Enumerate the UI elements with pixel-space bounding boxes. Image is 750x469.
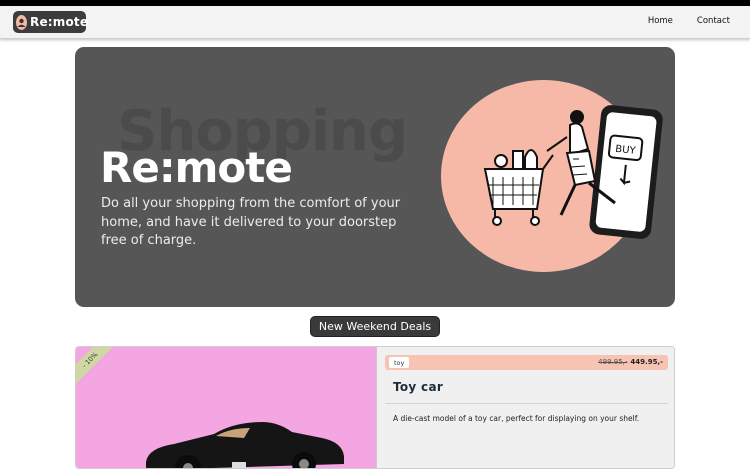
new-price: 449.95,- (630, 358, 663, 366)
shopping-illustration-icon: BUY (483, 105, 663, 239)
deal-separator (385, 403, 668, 404)
discount-badge: - 10% (76, 347, 115, 385)
brand-logo-link[interactable]: Re:mote (13, 11, 89, 33)
hero-banner: Shopping Re:mote Do all your shopping fr… (75, 47, 675, 307)
hero-title: Re:mote (100, 143, 293, 192)
price-group: 499.95,- 449.95,- (598, 358, 663, 366)
navbar: Re:mote Home Contact (0, 6, 750, 39)
deal-info: toy 499.95,- 449.95,- Toy car A die-cast… (385, 355, 668, 423)
toy-car-icon (146, 422, 344, 468)
logo-icon (16, 14, 27, 30)
nav-link-contact[interactable]: Contact (697, 16, 730, 26)
price-bar: toy 499.95,- 449.95,- (385, 355, 668, 370)
hero-description: Do all your shopping from the comfort of… (101, 196, 401, 248)
nav-link-home[interactable]: Home (648, 16, 673, 26)
category-tag[interactable]: toy (389, 357, 410, 368)
buy-label: BUY (615, 144, 637, 157)
deal-description: A die-cast model of a toy car, perfect f… (393, 414, 640, 423)
weekend-deals-heading: New Weekend Deals (310, 316, 440, 337)
brand-name: Re:mote (30, 15, 89, 29)
nav-links: Home Contact (648, 16, 730, 26)
old-price: 499.95,- (598, 358, 628, 366)
deal-title[interactable]: Toy car (385, 380, 668, 394)
deal-card[interactable]: - 10% toy 499.95,- 449.95,- Toy car A di… (75, 346, 675, 469)
deal-divider (376, 347, 377, 468)
deal-product-image: - 10% (76, 347, 376, 468)
